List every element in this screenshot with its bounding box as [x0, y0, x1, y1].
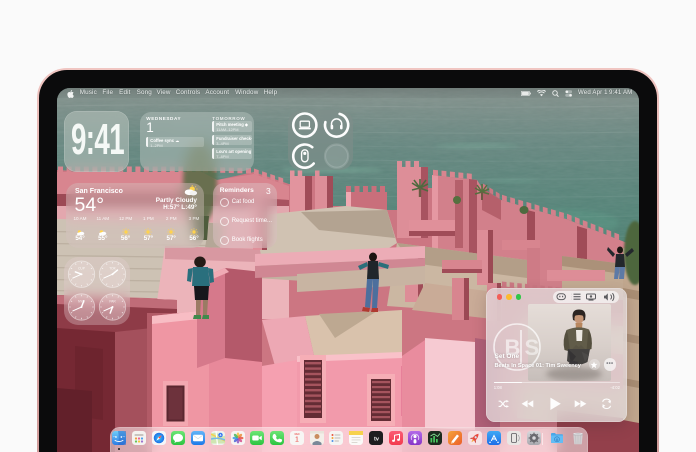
- svg-text:TOK: TOK: [109, 267, 116, 271]
- svg-text:CUP: CUP: [78, 267, 85, 271]
- svg-text:WED: WED: [294, 434, 300, 436]
- svg-text:NYC: NYC: [78, 300, 85, 304]
- svg-text:PAR: PAR: [109, 300, 116, 304]
- svg-text:1: 1: [295, 437, 299, 444]
- svg-text:S: S: [525, 335, 540, 360]
